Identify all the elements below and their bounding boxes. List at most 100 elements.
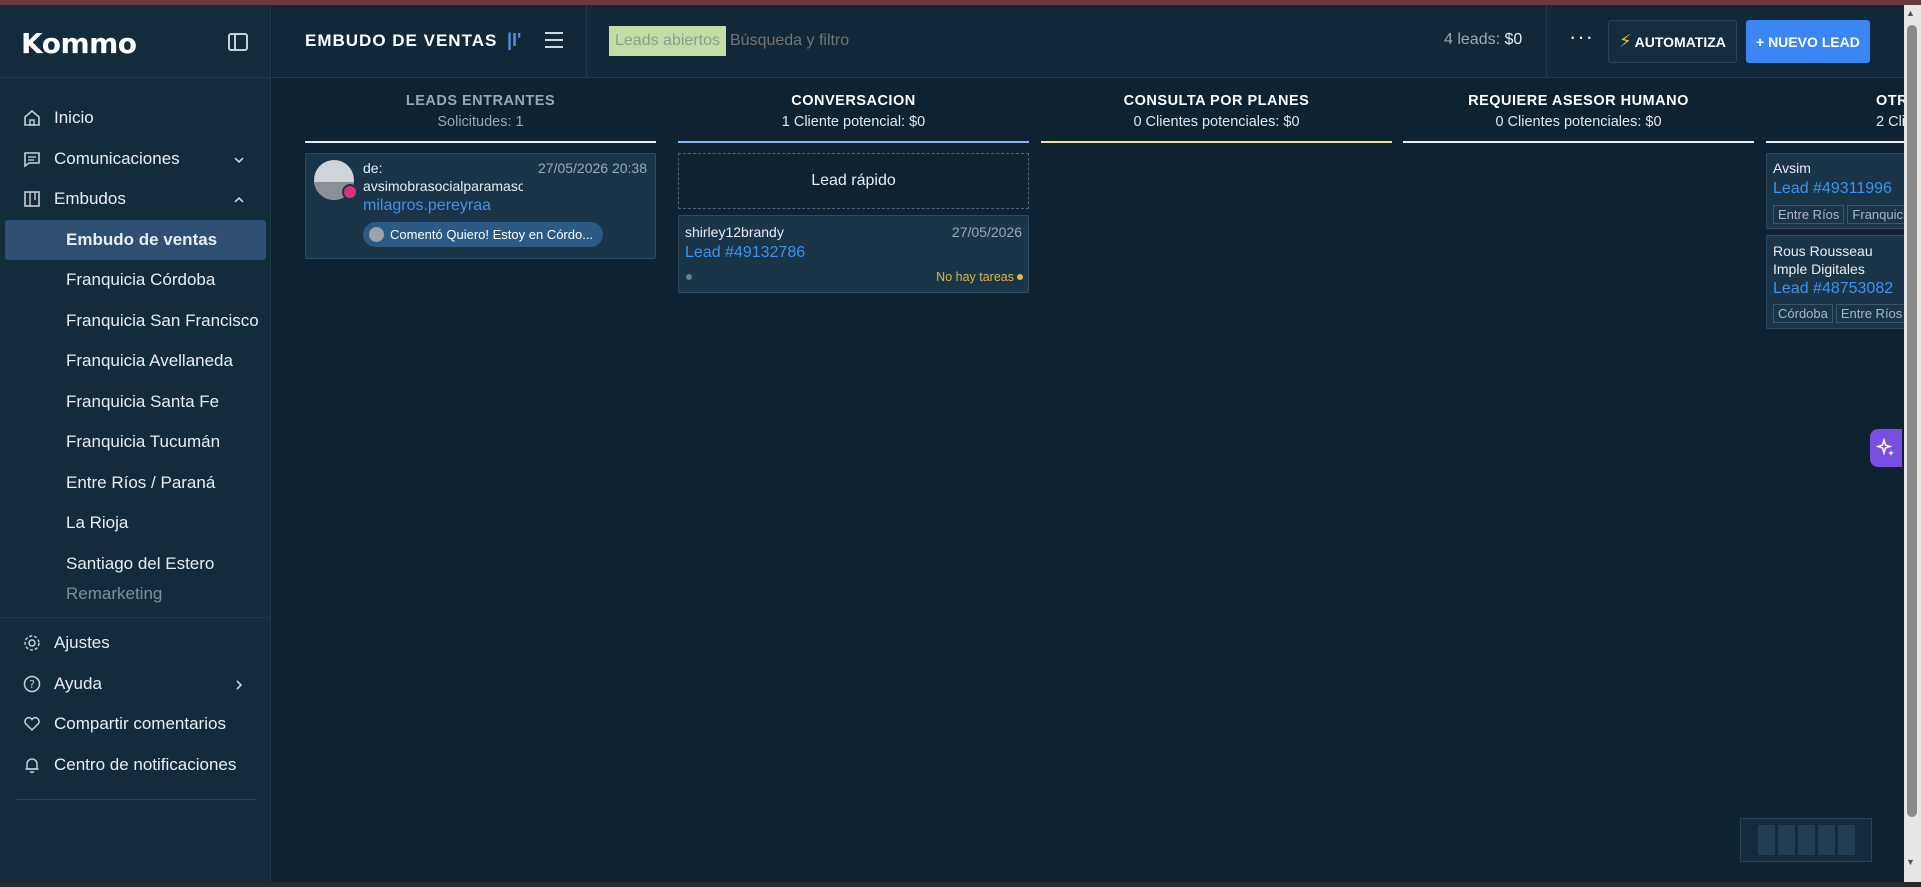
kommo-logo[interactable]: Kommo [21,27,137,60]
chevron-right-icon[interactable] [233,676,245,696]
tag[interactable]: Franquici [1847,205,1904,224]
header-divider [1546,5,1547,78]
kanban-board: LEADS ENTRANTES Solicitudes: 1 de: avsim… [272,79,1904,879]
ai-assistant-icon[interactable] [1870,429,1902,467]
bell-icon [22,755,42,775]
quick-lead-button[interactable]: Lead rápido [678,153,1029,209]
top-header: EMBUDO DE VENTAS |I' Leads abiertos 4 le… [272,5,1904,78]
board-minimap[interactable] [1740,818,1872,862]
pipeline-franquicia-tucuman[interactable]: Franquicia Tucumán [0,422,271,463]
sidebar-item-comunicaciones[interactable]: Comunicaciones [0,139,271,180]
incoming-lead-card[interactable]: de: avsimobrasocialparamaso 27/05/2026 2… [305,153,656,259]
lead-link[interactable]: Lead #49132786 [685,244,805,262]
lead-card[interactable]: Avsim Lead #49311996 Entre Ríos Franquici [1766,153,1904,229]
pipeline-remarketing[interactable]: Remarketing [0,584,271,604]
column-header: OTR 2 Clien [1766,79,1904,143]
leads-summary: 4 leads: $0 [1444,31,1522,49]
instagram-icon [342,184,358,200]
pipeline-embudo-de-ventas[interactable]: Embudo de ventas [5,219,266,260]
pipeline-franquicia-cordoba[interactable]: Franquicia Córdoba [0,260,271,301]
lead-card[interactable]: Rous Rousseau Imple Digitales Lead #4875… [1766,235,1904,329]
sidebar-item-embudos[interactable]: Embudos [0,179,271,220]
sidebar-item-label: Comunicaciones [54,148,180,168]
window-bottom-strip [0,882,1921,887]
lead-card[interactable]: shirley12brandy 27/05/2026 Lead #4913278… [678,215,1029,293]
task-status-dot [1017,274,1023,280]
column-status-bar [1766,141,1904,143]
incoming-date: 27/05/2026 20:38 [538,160,647,176]
sidebar-collapse-icon[interactable] [228,33,248,51]
column-conversacion: CONVERSACION 1 Cliente potencial: $0 Lea… [678,79,1029,293]
column-header: CONVERSACION 1 Cliente potencial: $0 [678,79,1029,143]
sidebar-item-inicio[interactable]: Inicio [0,98,271,139]
column-status-bar [1041,141,1392,143]
sidebar: Kommo Inicio Comunicaciones Embudos Embu… [0,5,271,882]
leads-total: $0 [1504,31,1523,48]
pipeline-franquicia-san-francisco[interactable]: Franquicia San Francisco [0,301,271,342]
logo-row: Kommo [0,5,271,78]
column-header: REQUIERE ASESOR HUMANO 0 Clientes potenc… [1403,79,1754,143]
scroll-down-arrow-icon[interactable]: ▼ [1906,857,1915,867]
chat-icon [22,149,42,169]
chevron-down-icon[interactable] [233,151,245,171]
column-subtitle: 2 Clien [1876,114,1904,130]
lead-contact-name: Rous Rousseau Imple Digitales [1773,243,1873,277]
heart-icon [22,714,42,734]
sidebar-item-ajustes[interactable]: Ajustes [0,623,271,664]
lead-link[interactable]: Lead #48753082 [1773,280,1893,298]
comment-avatar-icon [369,227,384,242]
column-status-bar [678,141,1029,143]
svg-text:?: ? [29,678,35,691]
automate-button[interactable]: ⚡ AUTOMATIZA [1608,20,1737,63]
pipeline-entre-rios-parana[interactable]: Entre Ríos / Paraná [0,463,271,504]
from-label: de: [363,160,383,176]
no-tasks-label: No hay tareas [936,270,1014,284]
sidebar-item-compartir-comentarios[interactable]: Compartir comentarios [0,704,271,745]
lead-tags: Córdoba Entre Ríos [1773,304,1904,323]
column-subtitle: 0 Clientes potenciales: $0 [1133,114,1300,130]
pipeline-franquicia-santa-fe[interactable]: Franquicia Santa Fe [0,382,271,423]
scroll-up-arrow-icon[interactable]: ▲ [1906,8,1915,18]
tag[interactable]: Córdoba [1773,304,1833,323]
column-title: CONSULTA POR PLANES [1123,93,1310,109]
tag[interactable]: Entre Ríos [1773,205,1845,224]
list-view-icon[interactable] [545,32,563,48]
scrollbar-thumb[interactable] [1907,25,1917,817]
leads-count: 4 leads: [1444,31,1501,48]
column-subtitle: 1 Cliente potencial: $0 [781,114,926,130]
comment-text: Comentó Quiero! Estoy en Córdo... [390,227,594,242]
new-lead-button[interactable]: + NUEVO LEAD [1746,20,1870,63]
lead-tags: Entre Ríos Franquici [1773,205,1904,224]
pipeline-la-rioja[interactable]: La Rioja [0,503,271,544]
page-title: EMBUDO DE VENTAS [305,31,498,50]
search-input[interactable] [730,26,1250,56]
filter-tag-open-leads[interactable]: Leads abiertos [609,26,726,56]
kanban-view-icon[interactable]: |I' [507,30,521,51]
chevron-up-icon[interactable] [233,191,245,211]
sidebar-bottom: Ajustes ? Ayuda Compartir comentarios Ce… [0,617,271,785]
lead-contact-name: shirley12brandy [685,224,784,240]
incoming-user-link[interactable]: milagros.pereyraa [363,197,491,215]
comment-chip[interactable]: Comentó Quiero! Estoy en Córdo... [363,222,603,247]
column-subtitle: 0 Clientes potenciales: $0 [1495,114,1662,130]
sidebar-divider [16,799,256,800]
pipeline-franquicia-avellaneda[interactable]: Franquicia Avellaneda [0,341,271,382]
sidebar-item-centro-de-notificaciones[interactable]: Centro de notificaciones [0,745,271,786]
column-title: OTR [1876,93,1904,109]
home-icon [22,108,42,128]
lead-date: 27/05/2026 [951,224,1022,240]
help-icon: ? [22,674,42,694]
sidebar-item-ayuda[interactable]: ? Ayuda [0,664,271,705]
sidebar-item-label: Centro de notificaciones [54,754,237,774]
column-title: LEADS ENTRANTES [405,93,556,109]
more-options-button[interactable]: ··· [1569,26,1594,48]
column-title: REQUIERE ASESOR HUMANO [1468,93,1689,109]
sidebar-item-label: Compartir comentarios [54,714,226,734]
column-consulta-por-planes: CONSULTA POR PLANES 0 Clientes potencial… [1041,79,1392,143]
pipeline-santiago-del-estero[interactable]: Santiago del Estero [0,544,271,585]
automate-label: AUTOMATIZA [1634,33,1726,50]
column-header: LEADS ENTRANTES Solicitudes: 1 [305,79,656,143]
lead-link[interactable]: Lead #49311996 [1773,180,1892,198]
tag[interactable]: Entre Ríos [1835,304,1904,323]
status-dot [686,274,692,280]
